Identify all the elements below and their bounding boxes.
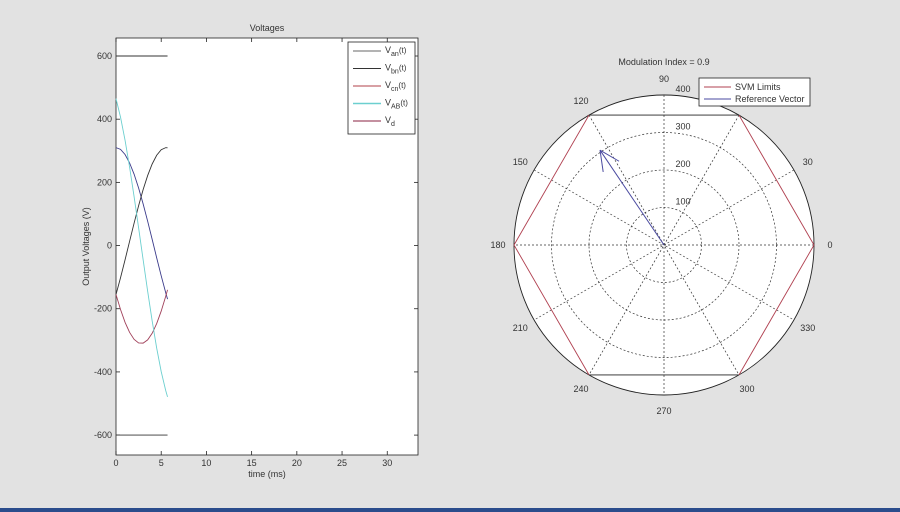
x-axis-label: time (ms)	[248, 469, 286, 479]
x-tick-label: 15	[247, 458, 257, 468]
angle-tick-label: 90	[659, 74, 669, 84]
y-axis-label: Output Voltages (V)	[81, 207, 91, 286]
y-tick-label: 200	[97, 177, 112, 187]
radius-tick-label: 200	[675, 159, 690, 169]
legend-entry-subscript: AB	[391, 104, 401, 111]
x-tick-label: 0	[113, 458, 118, 468]
y-tick-label: 600	[97, 51, 112, 61]
legend: Van(t)Vbn(t)Vcn(t)VAB(t)Vd	[347, 41, 416, 135]
polar-axes: Modulation Index = 0.9030609012015018021…	[490, 57, 832, 416]
angle-tick-label: 0	[827, 240, 832, 250]
y-tick-label: -600	[94, 430, 112, 440]
polar-legend-entry: Reference Vector	[735, 94, 805, 104]
y-tick-label: 0	[107, 241, 112, 251]
x-tick-label: 30	[382, 458, 392, 468]
radius-tick-label: 300	[675, 122, 690, 132]
angle-tick-label: 180	[490, 240, 505, 250]
figure-canvas: Voltages time (ms) Output Voltages (V) 0 5 10…	[81, 23, 833, 479]
legend-entry-subscript: bn	[391, 69, 399, 76]
polar-title: Modulation Index = 0.9	[618, 57, 709, 67]
legend-entry-suffix: (t)	[399, 46, 407, 55]
angle-tick-label: 240	[573, 384, 588, 394]
angle-tick-label: 270	[656, 406, 671, 416]
legend-entry-subscript: cn	[391, 86, 399, 93]
legend-entry-suffix: (t)	[400, 99, 408, 108]
legend-entry-subscript: an	[391, 51, 399, 58]
angle-tick-label: 300	[739, 384, 754, 394]
voltages-axes: Voltages time (ms) Output Voltages (V) 0 5 10…	[81, 23, 419, 479]
legend-entry-subscript: d	[391, 121, 395, 128]
window-bottom-border	[0, 508, 900, 512]
x-tick-label: 10	[201, 458, 211, 468]
legend-entry-suffix: (t)	[399, 64, 407, 73]
x-tick-label: 5	[159, 458, 164, 468]
radius-tick-label: 400	[675, 84, 690, 94]
y-tick-label: -200	[94, 304, 112, 314]
angle-tick-label: 150	[513, 157, 528, 167]
angle-tick-label: 210	[513, 323, 528, 333]
legend-entry-suffix: (t)	[398, 81, 406, 90]
angle-tick-label: 120	[573, 96, 588, 106]
x-tick-label: 20	[292, 458, 302, 468]
polar-legend: SVM Limits Reference Vector	[698, 77, 811, 107]
y-tick-label: -400	[94, 367, 112, 377]
angle-tick-label: 30	[803, 157, 813, 167]
chart-title: Voltages	[250, 23, 285, 33]
polar-legend-entry: SVM Limits	[735, 82, 781, 92]
radius-tick-label: 100	[675, 197, 690, 207]
y-tick-label: 400	[97, 114, 112, 124]
angle-tick-label: 330	[800, 323, 815, 333]
x-tick-label: 25	[337, 458, 347, 468]
